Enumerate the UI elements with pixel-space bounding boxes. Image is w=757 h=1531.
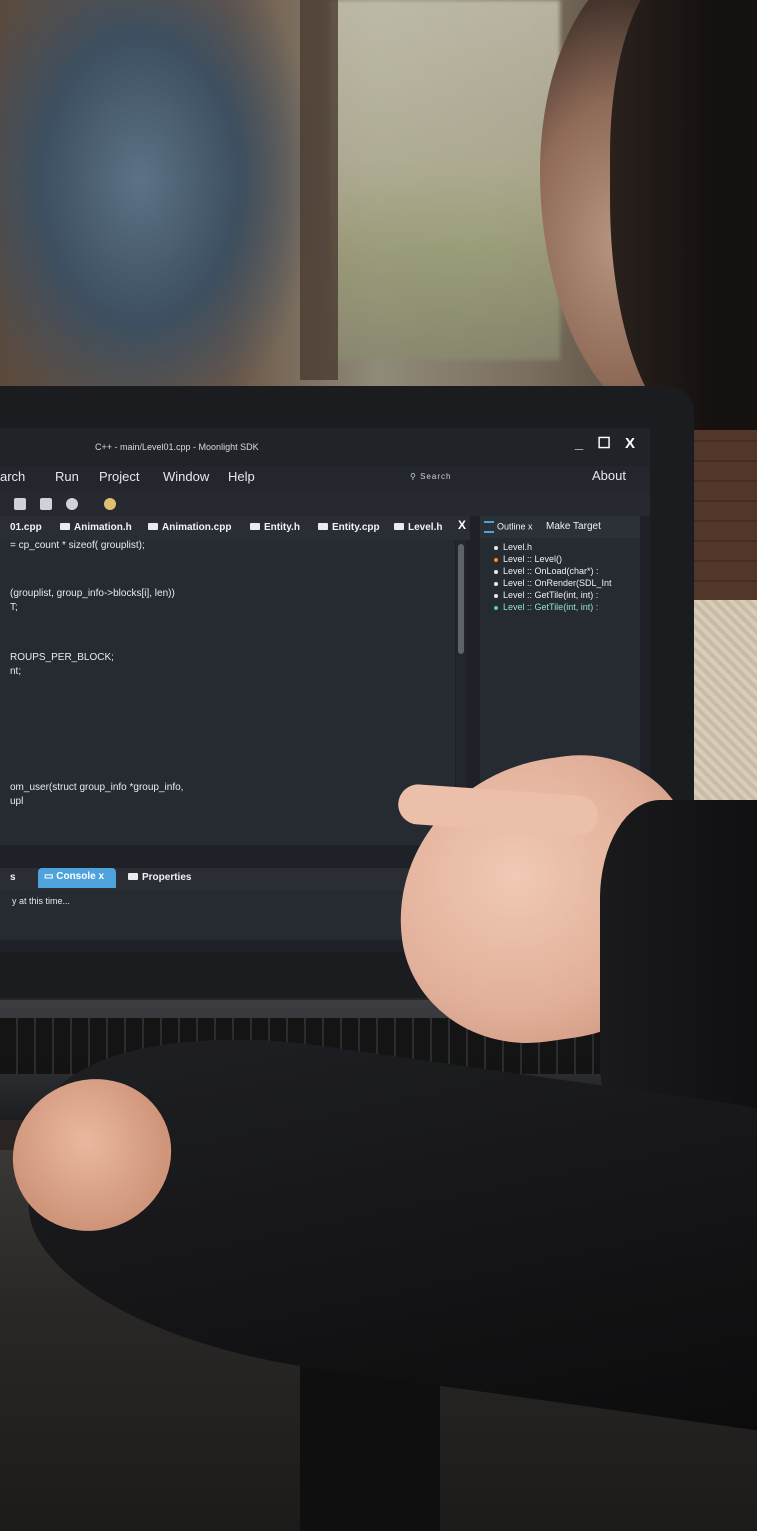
tab-outline[interactable]: Outline x bbox=[484, 521, 533, 533]
tab-console[interactable]: ▭ Console x bbox=[38, 868, 116, 888]
person-sleeve-right bbox=[600, 800, 757, 1130]
window-title: C++ - main/Level01.cpp - Moonlight SDK bbox=[95, 442, 259, 452]
file-icon bbox=[148, 523, 158, 530]
tab-label: Animation.h bbox=[74, 522, 132, 533]
outline-item[interactable]: Level.h bbox=[494, 542, 532, 552]
outline-item[interactable]: Level :: GetTile(int, int) : bbox=[494, 602, 598, 612]
code-line: om_user(struct group_info *group_info, bbox=[10, 782, 184, 793]
about-menu[interactable]: About bbox=[592, 468, 626, 483]
code-line: ROUPS_PER_BLOCK; bbox=[10, 652, 114, 663]
tab-level-h[interactable]: Level.h bbox=[394, 522, 442, 533]
console-output: y at this time... bbox=[0, 890, 440, 940]
tab-entity-h[interactable]: Entity.h bbox=[250, 522, 300, 533]
close-icon[interactable]: x bbox=[98, 871, 104, 882]
tab-properties[interactable]: Properties bbox=[128, 872, 191, 883]
tab-animation-h[interactable]: Animation.h bbox=[60, 522, 132, 533]
tab-label: Console bbox=[56, 871, 96, 882]
tab-label: Level.h bbox=[408, 522, 443, 533]
console-tab-label: ▭ Console x bbox=[44, 871, 105, 882]
tab-label: Entity.cpp bbox=[332, 522, 380, 533]
tab-level01-cpp[interactable]: 01.cpp bbox=[10, 522, 42, 533]
menu-window[interactable]: Window bbox=[163, 469, 209, 484]
member-icon bbox=[494, 593, 498, 598]
menu-bar: arch Run Project Window Help ⚲ Search Ab… bbox=[0, 466, 650, 492]
new-file-icon[interactable] bbox=[14, 498, 26, 510]
background-window bbox=[330, 0, 560, 360]
tab-label: 01.cpp bbox=[10, 522, 42, 533]
tab-label: Properties bbox=[142, 872, 192, 883]
outline-tab-bar: Outline x Make Target bbox=[480, 516, 640, 538]
close-icon[interactable]: x bbox=[528, 521, 533, 531]
outline-item-label: Level :: OnLoad(char*) : bbox=[503, 566, 599, 576]
tab-entity-cpp[interactable]: Entity.cpp bbox=[318, 522, 380, 533]
tab-make-target[interactable]: Make Target bbox=[546, 521, 601, 532]
photo-scene: C++ - main/Level01.cpp - Moonlight SDK _… bbox=[0, 0, 757, 1531]
code-line: (grouplist, group_info->blocks[i], len)) bbox=[10, 588, 175, 599]
member-icon bbox=[494, 605, 498, 610]
outline-item[interactable]: Level :: OnLoad(char*) : bbox=[494, 566, 599, 576]
properties-icon bbox=[128, 873, 138, 880]
file-icon bbox=[318, 523, 328, 530]
code-line: upl bbox=[10, 796, 24, 807]
tab-animation-cpp[interactable]: Animation.cpp bbox=[148, 522, 231, 533]
code-line: = cp_count * sizeof( grouplist); bbox=[10, 540, 145, 551]
search-label: Search bbox=[420, 472, 452, 481]
member-icon bbox=[494, 581, 498, 586]
tab-label: Entity.h bbox=[264, 522, 300, 533]
file-icon bbox=[394, 523, 404, 530]
editor-scroll-thumb[interactable] bbox=[458, 544, 464, 654]
close-tab-icon[interactable]: X bbox=[458, 518, 466, 532]
file-icon bbox=[60, 523, 70, 530]
outline-item[interactable]: Level :: OnRender(SDL_Int bbox=[494, 578, 612, 588]
menu-help[interactable]: Help bbox=[228, 469, 255, 484]
member-icon bbox=[494, 557, 498, 562]
editor-tab-bar: 01.cpp Animation.h Animation.cpp Entity.… bbox=[0, 516, 470, 540]
member-icon bbox=[494, 569, 498, 574]
outline-item-label: Level.h bbox=[503, 542, 533, 552]
member-icon bbox=[494, 545, 498, 550]
ide-titlebar: C++ - main/Level01.cpp - Moonlight SDK _… bbox=[0, 428, 650, 466]
outline-icon bbox=[484, 521, 494, 533]
toolbar bbox=[0, 492, 650, 516]
tab-label: Outline bbox=[497, 521, 526, 532]
window-controls[interactable]: _ ☐ X bbox=[575, 434, 640, 452]
code-editor[interactable]: = cp_count * sizeof( grouplist); (groupl… bbox=[0, 540, 455, 845]
outline-item-label: Level :: OnRender(SDL_Int bbox=[503, 578, 612, 588]
save-icon[interactable] bbox=[40, 498, 52, 510]
outline-item-label: Level :: GetTile(int, int) : bbox=[503, 590, 599, 600]
code-line: nt; bbox=[10, 666, 22, 677]
tab-problems[interactable]: s bbox=[10, 872, 16, 883]
menu-run[interactable]: Run bbox=[55, 469, 79, 484]
code-line: T; bbox=[10, 602, 18, 613]
outline-item[interactable]: Level :: Level() bbox=[494, 554, 562, 564]
menu-project[interactable]: Project bbox=[99, 469, 139, 484]
menu-search[interactable]: arch bbox=[0, 469, 25, 484]
outline-item[interactable]: Level :: GetTile(int, int) : bbox=[494, 590, 598, 600]
search-box[interactable]: ⚲ Search bbox=[410, 472, 451, 481]
settings-icon[interactable] bbox=[66, 498, 78, 510]
knit-sweater bbox=[690, 600, 757, 800]
outline-item-label: Level :: GetTile(int, int) : bbox=[503, 602, 599, 612]
background-pillar bbox=[300, 0, 338, 380]
console-message: y at this time... bbox=[12, 896, 71, 906]
debug-icon[interactable] bbox=[104, 498, 116, 510]
outline-item-label: Level :: Level() bbox=[503, 554, 563, 564]
file-icon bbox=[250, 523, 260, 530]
tab-label: Animation.cpp bbox=[162, 522, 232, 533]
